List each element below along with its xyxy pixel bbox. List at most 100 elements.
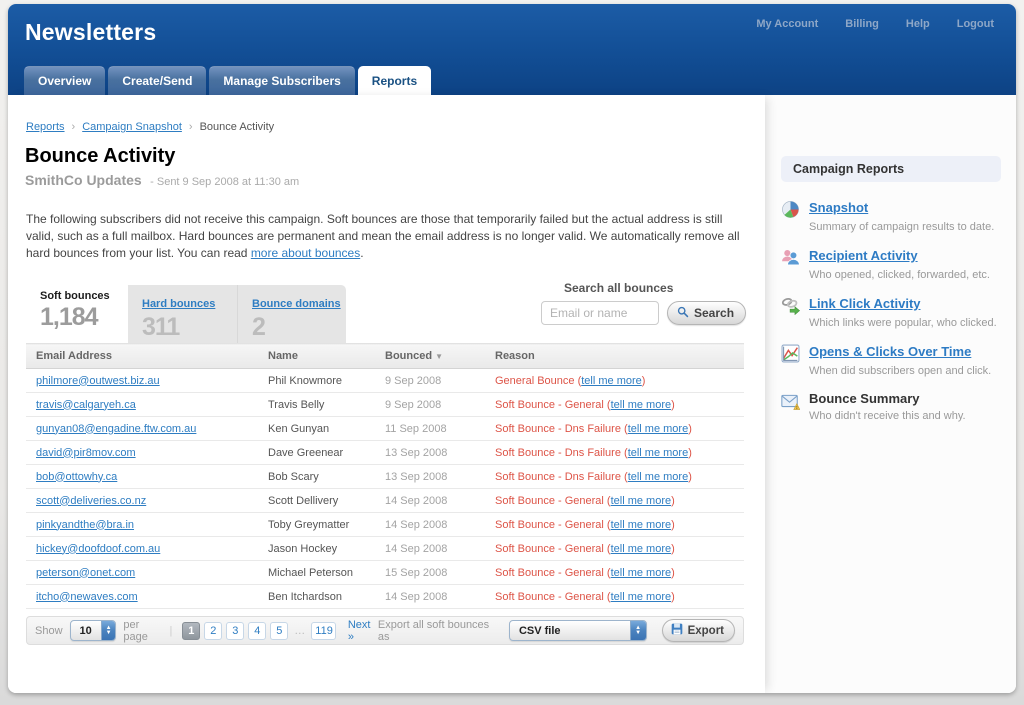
sidebar-item-label[interactable]: Recipient Activity: [809, 248, 918, 263]
tell-me-more-link[interactable]: tell me more: [628, 423, 689, 435]
export-format-value: CSV file: [510, 621, 630, 640]
sidebar-item-link-click-activity[interactable]: Link Click Activity Which links were popu…: [781, 295, 1005, 329]
breadcrumb-campaign-snapshot[interactable]: Campaign Snapshot: [82, 121, 182, 133]
email-link[interactable]: philmore@outwest.biz.au: [36, 375, 160, 387]
name-cell: Michael Peterson: [258, 561, 375, 585]
campaign-name: SmithCo Updates: [25, 172, 142, 188]
primary-tabs: OverviewCreate/SendManage SubscribersRep…: [24, 66, 431, 95]
reason-cell: Soft Bounce - Dns Failure (tell me more): [485, 441, 744, 465]
breadcrumb-current: Bounce Activity: [200, 121, 275, 133]
table-row: philmore@outwest.biz.au Phil Knowmore9 Se…: [26, 369, 744, 393]
tell-me-more-link[interactable]: tell me more: [611, 567, 672, 579]
column-reason[interactable]: Reason: [485, 344, 744, 369]
table-row: bob@ottowhy.caBob Scary13 Sep 2008Soft B…: [26, 465, 744, 489]
tell-me-more-link[interactable]: tell me more: [611, 591, 672, 603]
page-ellipsis: …: [294, 625, 305, 637]
table-row: pinkyandthe@bra.inToby Greymatter14 Sep …: [26, 513, 744, 537]
page-head: Bounce Activity SmithCo Updates - Sent 9…: [25, 145, 299, 190]
envelope-warning-icon: [781, 392, 800, 411]
name-cell: Jason Hockey: [258, 537, 375, 561]
tell-me-more-link[interactable]: tell me more: [628, 471, 689, 483]
name-cell: Scott Dellivery: [258, 489, 375, 513]
sidebar-item-label: Bounce Summary: [809, 391, 966, 406]
sidebar-item-label[interactable]: Link Click Activity: [809, 296, 921, 311]
tell-me-more-link[interactable]: tell me more: [611, 495, 672, 507]
sidebar-item-description: Summary of campaign results to date.: [809, 221, 994, 233]
page-button-5[interactable]: 5: [270, 622, 288, 640]
email-link[interactable]: itcho@newaves.com: [36, 591, 138, 603]
hard-bounces-link[interactable]: Hard bounces: [142, 298, 215, 310]
bounced-date-cell: 9 Sep 2008: [375, 369, 485, 393]
hard-bounces-count: 311: [142, 313, 237, 342]
sidebar-item-recipient-activity[interactable]: Recipient ActivityWho opened, clicked, f…: [781, 247, 1005, 281]
tab-reports[interactable]: Reports: [358, 66, 431, 95]
reason-text: Soft Bounce - General: [495, 543, 607, 555]
email-link[interactable]: david@pir8mov.com: [36, 447, 136, 459]
breadcrumb-separator: ›: [189, 121, 193, 133]
tab-soft-bounces[interactable]: Soft bounces 1,184: [26, 281, 128, 343]
header-nav-help[interactable]: Help: [906, 18, 930, 30]
export-format-select[interactable]: CSV file ▲▼: [509, 620, 647, 641]
sort-desc-icon: ▼: [435, 352, 443, 361]
next-page-link[interactable]: Next »: [348, 619, 378, 643]
export-button-label: Export: [688, 625, 724, 637]
header-nav-billing[interactable]: Billing: [845, 18, 879, 30]
header-nav-my-account[interactable]: My Account: [756, 18, 818, 30]
page-button-3[interactable]: 3: [226, 622, 244, 640]
tab-overview[interactable]: Overview: [24, 66, 105, 95]
page-buttons: 12345: [182, 622, 288, 640]
email-link[interactable]: hickey@doofdoof.com.au: [36, 543, 160, 555]
page-button-4[interactable]: 4: [248, 622, 266, 640]
sidebar-item-description: When did subscribers open and click.: [809, 365, 991, 377]
bounce-table-body: philmore@outwest.biz.au Phil Knowmore9 Se…: [26, 369, 744, 609]
column-name[interactable]: Name: [258, 344, 375, 369]
tab-hard-bounces[interactable]: Hard bounces 311: [128, 285, 237, 343]
bounce-table: Email Address Name Bounced▼ Reason philm…: [26, 343, 744, 609]
page-button-2[interactable]: 2: [204, 622, 222, 640]
reason-text: Soft Bounce - General: [495, 399, 607, 411]
table-row: gunyan08@engadine.ftw.com.auKen Gunyan11…: [26, 417, 744, 441]
sidebar-item-description: Which links were popular, who clicked.: [809, 317, 997, 329]
tab-manage-subscribers[interactable]: Manage Subscribers: [209, 66, 354, 95]
column-email-address[interactable]: Email Address: [26, 344, 258, 369]
breadcrumb-reports[interactable]: Reports: [26, 121, 65, 133]
email-link[interactable]: peterson@onet.com: [36, 567, 135, 579]
per-page-select[interactable]: 10 ▲▼: [70, 620, 117, 641]
email-link[interactable]: gunyan08@engadine.ftw.com.au: [36, 423, 196, 435]
soft-bounces-label: Soft bounces: [40, 290, 128, 302]
page-button-last[interactable]: 119: [311, 622, 336, 640]
bounce-domains-link[interactable]: Bounce domains: [252, 298, 341, 310]
sidebar-item-snapshot[interactable]: Snapshot Summary of campaign results to d…: [781, 199, 1005, 233]
search-button[interactable]: Search: [667, 301, 746, 325]
page-button-1[interactable]: 1: [182, 622, 200, 640]
app-title: Newsletters: [25, 19, 156, 46]
header-nav-logout[interactable]: Logout: [957, 18, 994, 30]
name-cell: Ben Itchardson: [258, 585, 375, 609]
more-about-bounces-link[interactable]: more about bounces: [251, 246, 360, 260]
reason-cell: Soft Bounce - Dns Failure (tell me more): [485, 465, 744, 489]
line-chart-icon: [781, 344, 800, 363]
tell-me-more-link[interactable]: tell me more: [611, 399, 672, 411]
tell-me-more-link[interactable]: tell me more: [628, 447, 689, 459]
tell-me-more-link[interactable]: tell me more: [581, 375, 642, 387]
sidebar-item-label[interactable]: Opens & Clicks Over Time: [809, 344, 971, 359]
email-link[interactable]: bob@ottowhy.ca: [36, 471, 117, 483]
tell-me-more-link[interactable]: tell me more: [611, 543, 672, 555]
search-area: Search all bounces Search: [541, 281, 744, 325]
email-link[interactable]: pinkyandthe@bra.in: [36, 519, 134, 531]
tab-bounce-domains[interactable]: Bounce domains 2: [237, 285, 346, 343]
export-button[interactable]: Export: [662, 619, 735, 642]
reason-text: Soft Bounce - General: [495, 495, 607, 507]
sidebar-item-opens-clicks-over-time[interactable]: Opens & Clicks Over Time When did subscri…: [781, 343, 1005, 377]
reason-cell: Soft Bounce - Dns Failure (tell me more): [485, 417, 744, 441]
sidebar-item-label[interactable]: Snapshot: [809, 200, 868, 215]
name-cell: Phil Knowmore: [258, 369, 375, 393]
main-content: Reports›Campaign Snapshot›Bounce Activit…: [8, 95, 765, 693]
column-bounced[interactable]: Bounced▼: [375, 344, 485, 369]
tab-create-send[interactable]: Create/Send: [108, 66, 206, 95]
email-link[interactable]: scott@deliveries.co.nz: [36, 495, 146, 507]
tell-me-more-link[interactable]: tell me more: [611, 519, 672, 531]
search-input[interactable]: [541, 301, 659, 325]
email-link[interactable]: travis@calgaryeh.ca: [36, 399, 136, 411]
save-disk-icon: [671, 623, 683, 638]
